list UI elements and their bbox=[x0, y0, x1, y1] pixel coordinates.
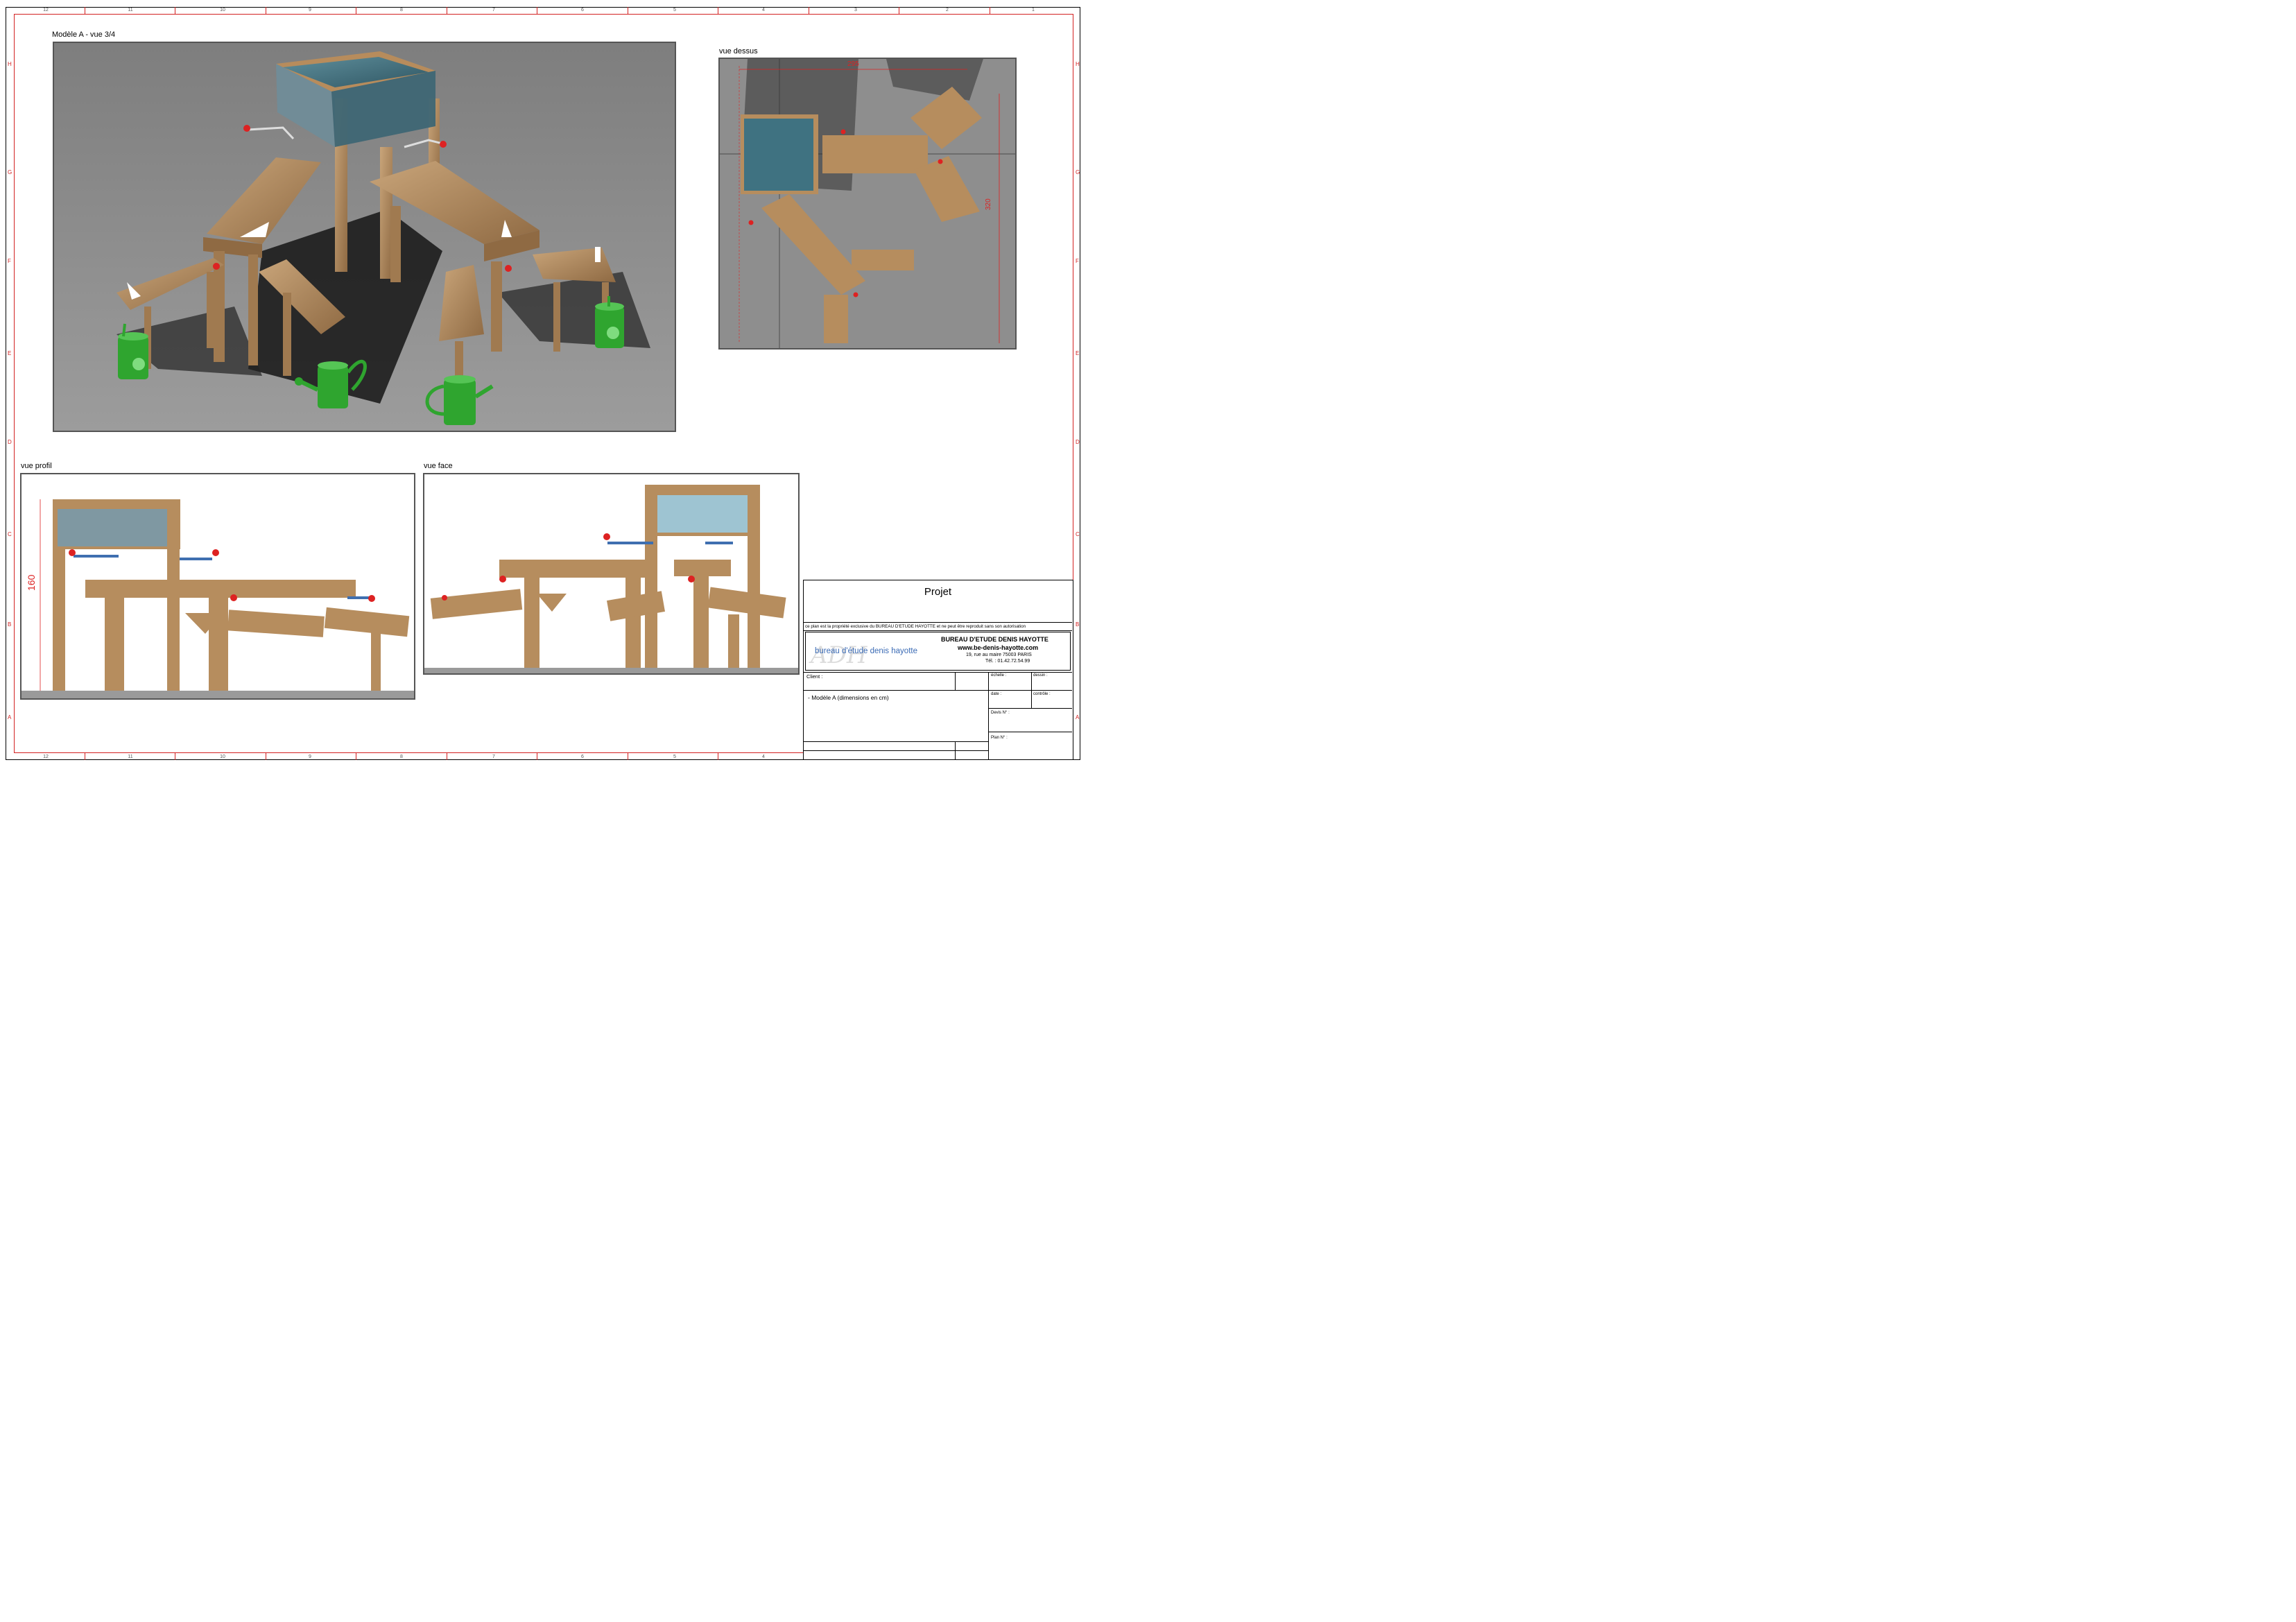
company-logo-text: bureau d'étude denis hayotte bbox=[815, 647, 917, 655]
divider bbox=[804, 750, 988, 751]
grid-row-label: B bbox=[1076, 621, 1080, 628]
grid-row-label: G bbox=[8, 169, 12, 175]
profile-view-illustration bbox=[21, 499, 414, 698]
grid-row-label: F bbox=[8, 258, 11, 264]
echelle-label: échelle : bbox=[991, 673, 1007, 678]
grid-col-label: 10 bbox=[220, 8, 225, 12]
grid-col-label: 6 bbox=[581, 8, 584, 12]
grid-col-label: 5 bbox=[673, 754, 676, 759]
front-view-label: vue face bbox=[424, 462, 453, 470]
grid-row-label: D bbox=[1076, 439, 1080, 445]
front-view-illustration bbox=[424, 485, 798, 673]
grid-col-label: 12 bbox=[43, 8, 49, 12]
grid-col-label: 5 bbox=[673, 8, 676, 12]
grid-col-label: 6 bbox=[581, 754, 584, 759]
grid-col-label: 4 bbox=[762, 754, 765, 759]
grid-col-label: 4 bbox=[762, 8, 765, 12]
grid-col-label: 12 bbox=[43, 754, 49, 759]
grid-col-label: 3 bbox=[854, 8, 857, 12]
grid-col-label: 8 bbox=[400, 8, 403, 12]
grid-col-label: 2 bbox=[946, 8, 949, 12]
divider bbox=[955, 741, 956, 759]
grid-row-label: D bbox=[8, 439, 12, 445]
top-view-label: vue dessus bbox=[719, 47, 758, 55]
client-label: Client : bbox=[806, 673, 823, 680]
company-logo-mark: ADH bbox=[811, 641, 868, 669]
divider bbox=[1031, 672, 1032, 708]
grid-col-label: 9 bbox=[309, 754, 311, 759]
drawing-description: - Modèle A (dimensions en cm) bbox=[808, 694, 889, 701]
title-block: Projet ce plan est la propriété exclusiv… bbox=[803, 580, 1073, 760]
divider bbox=[988, 708, 1072, 709]
plan-label: Plan N° : bbox=[991, 736, 1008, 740]
profile-view-label: vue profil bbox=[21, 462, 52, 470]
divider bbox=[988, 672, 989, 759]
grid-col-label: 7 bbox=[492, 754, 495, 759]
grid-col-label: 7 bbox=[492, 8, 495, 12]
grid-col-label: 9 bbox=[309, 8, 311, 12]
grid-row-label: E bbox=[1076, 350, 1080, 356]
iso-view-label: Modèle A - vue 3/4 bbox=[52, 31, 116, 39]
profile-view-height-dimension: 160 bbox=[26, 574, 37, 591]
iso-view-illustration bbox=[54, 43, 675, 431]
iso-view-render bbox=[53, 42, 676, 432]
grid-row-label: C bbox=[1076, 531, 1080, 537]
divider bbox=[804, 630, 1072, 631]
front-view-render bbox=[423, 473, 800, 675]
project-label: Projet bbox=[924, 586, 952, 598]
top-view-depth-dimension: 320 bbox=[985, 198, 992, 210]
devis-label: Devis N° : bbox=[991, 711, 1010, 715]
top-view-render: 295 320 bbox=[718, 58, 1017, 350]
top-view-illustration bbox=[720, 59, 1015, 348]
grid-col-label: 1 bbox=[1032, 8, 1035, 12]
divider bbox=[804, 741, 988, 742]
profile-view-render: 160 bbox=[20, 473, 415, 700]
grid-row-label: A bbox=[8, 714, 12, 721]
date-label: date : bbox=[991, 692, 1002, 696]
grid-col-label: 10 bbox=[220, 754, 225, 759]
dessin-label: dessin : bbox=[1033, 673, 1048, 678]
grid-col-label: 11 bbox=[128, 754, 133, 759]
watering-can-4 bbox=[595, 296, 624, 348]
top-view-width-dimension: 295 bbox=[847, 60, 859, 68]
company-phone: Tél. : 01.42.72.54.99 bbox=[985, 659, 1030, 664]
company-address: 19, rue au maire 75003 PARIS bbox=[966, 653, 1032, 657]
divider bbox=[955, 672, 956, 690]
grid-col-label: 8 bbox=[400, 754, 403, 759]
grid-row-label: A bbox=[1076, 714, 1080, 721]
grid-row-label: F bbox=[1076, 258, 1079, 264]
grid-row-label: H bbox=[8, 61, 12, 67]
grid-row-label: C bbox=[8, 531, 12, 537]
grid-row-label: B bbox=[8, 621, 12, 628]
grid-row-label: G bbox=[1076, 169, 1080, 175]
company-name: BUREAU D'ETUDE DENIS HAYOTTE bbox=[941, 636, 1048, 643]
controle-label: contrôle : bbox=[1033, 692, 1051, 696]
grid-row-label: E bbox=[8, 350, 12, 356]
ownership-notice: ce plan est la propriété exclusive du BU… bbox=[805, 624, 1026, 629]
grid-col-label: 11 bbox=[128, 8, 133, 12]
company-website[interactable]: www.be-denis-hayotte.com bbox=[958, 644, 1038, 651]
grid-row-label: H bbox=[1076, 61, 1080, 67]
divider bbox=[804, 622, 1072, 623]
